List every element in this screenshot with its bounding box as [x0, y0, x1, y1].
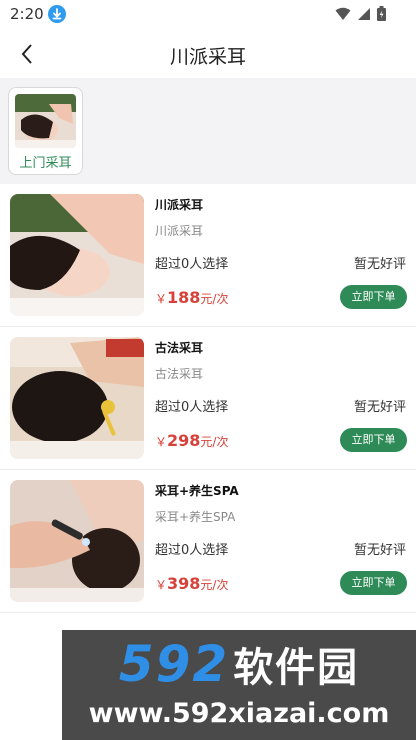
service-subtitle: 古法采耳 [155, 367, 204, 381]
service-subtitle: 采耳+养生SPA [155, 510, 236, 524]
price-value: 188 [167, 288, 201, 307]
download-icon [48, 5, 66, 23]
price-unit: 元/次 [200, 435, 229, 449]
service-card[interactable]: 古法采耳 古法采耳 超过0人选择 暂无好评 ￥298元/次 立即下单 [0, 327, 416, 470]
selection-count: 超过0人选择 [155, 543, 229, 558]
nav-bar: 川派采耳 [0, 30, 416, 78]
order-now-button[interactable]: 立即下单 [340, 285, 407, 309]
currency-symbol: ￥ [155, 435, 168, 449]
review-status: 暂无好评 [353, 257, 406, 272]
price-value: 298 [167, 431, 201, 450]
battery-icon [377, 6, 386, 25]
service-card[interactable]: 采耳+养生SPA 采耳+养生SPA 超过0人选择 暂无好评 ￥398元/次 立即… [0, 470, 416, 613]
watermark-url: www.592xiazai.com [88, 698, 390, 729]
selection-count: 超过0人选择 [155, 400, 229, 415]
category-thumbnail [15, 94, 76, 148]
site-watermark: 592 软件园 www.592xiazai.com [62, 630, 416, 740]
order-now-button[interactable]: 立即下单 [340, 428, 407, 452]
service-photo [10, 480, 144, 602]
price-unit: 元/次 [200, 578, 229, 592]
currency-symbol: ￥ [155, 292, 168, 306]
signal-icon [357, 6, 371, 25]
category-bar: 上门采耳 [0, 78, 416, 184]
service-photo [10, 194, 144, 316]
currency-symbol: ￥ [155, 578, 168, 592]
service-title: 采耳+养生SPA [155, 484, 239, 498]
service-price: ￥298元/次 [155, 431, 228, 450]
service-list: 川派采耳 川派采耳 超过0人选择 暂无好评 ￥188元/次 立即下单 古法采耳 … [0, 184, 416, 613]
order-now-button[interactable]: 立即下单 [340, 571, 407, 595]
status-bar: 2:20 [0, 0, 416, 30]
service-price: ￥398元/次 [155, 574, 228, 593]
service-title: 古法采耳 [155, 341, 204, 355]
review-status: 暂无好评 [353, 400, 406, 415]
watermark-logo: 592 软件园 [62, 634, 416, 694]
wifi-icon [335, 6, 351, 25]
status-time: 2:20 [10, 5, 44, 23]
selection-count: 超过0人选择 [155, 257, 229, 272]
service-price: ￥188元/次 [155, 288, 228, 307]
status-icons [335, 6, 386, 25]
price-unit: 元/次 [200, 292, 229, 306]
service-photo [10, 337, 144, 459]
service-subtitle: 川派采耳 [155, 224, 204, 238]
review-status: 暂无好评 [353, 543, 406, 558]
category-chip-home-ear-cleaning[interactable]: 上门采耳 [8, 87, 83, 175]
watermark-digits: 592 [118, 635, 230, 693]
category-label: 上门采耳 [19, 156, 72, 171]
service-title: 川派采耳 [155, 198, 204, 212]
service-card[interactable]: 川派采耳 川派采耳 超过0人选择 暂无好评 ￥188元/次 立即下单 [0, 184, 416, 327]
watermark-text: 软件园 [233, 645, 360, 691]
price-value: 398 [167, 574, 201, 593]
page-title: 川派采耳 [169, 46, 246, 68]
